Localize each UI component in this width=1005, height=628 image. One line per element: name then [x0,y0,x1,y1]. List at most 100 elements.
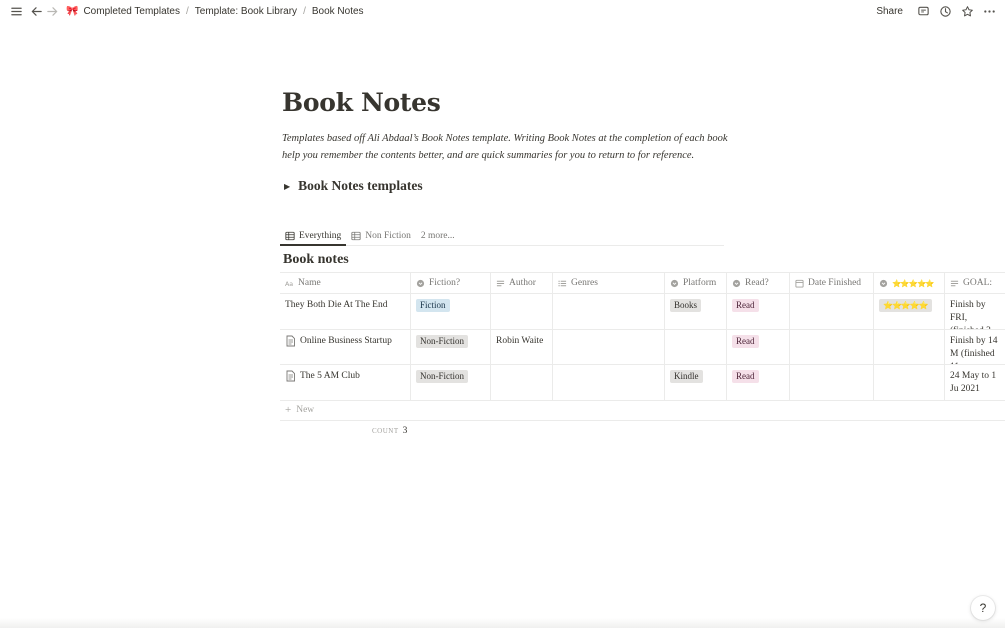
tag-non-fiction: Non-Fiction [416,334,468,348]
column-header-platform[interactable]: Platform [665,273,727,293]
cell-fiction[interactable]: Non-Fiction [411,329,491,364]
column-header-date-finished[interactable]: Date Finished [790,273,874,293]
text-lines-icon [950,280,959,286]
column-header-genres[interactable]: Genres [553,273,665,293]
database-title[interactable]: Book notes [283,252,349,268]
cell-goal[interactable]: Finish by 14 M (finished 11 m [945,330,1005,365]
cell-date-finished[interactable] [790,329,874,364]
cell-rating[interactable] [874,365,945,400]
count-summary[interactable]: COUNT 3 [372,426,407,436]
page-emoji-icon: 🎀 [66,5,79,17]
tag-rating: ⭐⭐⭐⭐⭐ [879,299,932,312]
topbar-right: Share [876,3,997,19]
database-view-tabs: Everything Non Fiction 2 more... [280,225,724,246]
table-icon [351,231,361,241]
page-description: Templates based off Ali Abdaal’s Book No… [282,133,728,161]
select-property-icon [879,279,888,287]
cell-platform[interactable] [665,329,727,364]
forward-arrow-icon[interactable] [44,3,60,19]
cell-date-finished[interactable] [790,294,874,329]
cell-platform[interactable]: Kindle [665,365,727,400]
plus-icon: + [285,404,292,416]
select-property-icon [416,279,425,287]
toggle-book-notes-templates[interactable]: ▶ Book Notes templates [284,178,423,194]
tag-non-fiction: Non-Fiction [416,370,468,383]
table-icon [285,231,295,240]
share-button[interactable]: Share [876,6,903,17]
favorite-star-icon[interactable] [959,3,975,19]
tag-read: Read [732,370,759,383]
table-row[interactable]: Online Business Startup Non-Fiction Robi… [280,329,1005,365]
breadcrumb-separator: / [186,5,189,17]
cell-goal[interactable]: 24 May to 1 Ju 2021 [945,365,1005,400]
toggle-triangle-icon[interactable]: ▶ [284,182,290,191]
cell-read[interactable]: Read [727,365,790,400]
tag-read: Read [732,334,759,348]
cell-author[interactable] [491,365,553,400]
cell-author[interactable]: Robin Waite [491,329,553,364]
cell-fiction[interactable]: Non-Fiction [411,365,491,400]
more-views-button[interactable]: 2 more... [416,225,460,245]
view-tab-label: Everything [299,230,342,241]
cell-author[interactable] [491,294,553,329]
table-header: Aa Name Fiction? Author Genres Platform … [280,272,1005,294]
new-row-label: New [296,405,315,415]
bottom-edge-shadow [0,618,1005,628]
page-title: Book Notes [282,88,441,117]
cell-goal[interactable]: Finish by FRI, (finished 3 Ma [945,294,1005,329]
breadcrumb-item-book-notes[interactable]: Book Notes [312,6,364,17]
new-row-button[interactable]: + New [280,401,1005,421]
cell-genres[interactable] [553,329,665,364]
cell-genres[interactable] [553,294,665,329]
tag-fiction: Fiction [416,299,450,312]
tag-platform: Kindle [670,370,703,383]
column-header-rating[interactable]: ⭐⭐⭐⭐⭐ [874,273,945,293]
breadcrumb-item-book-library[interactable]: Template: Book Library [195,6,297,17]
column-header-goal[interactable]: GOAL: [945,273,1005,293]
more-views-label: 2 more... [420,231,455,241]
column-header-name[interactable]: Aa Name [280,273,411,293]
cell-name[interactable]: The 5 AM Club [280,365,411,400]
cell-genres[interactable] [553,365,665,400]
cell-fiction[interactable]: Fiction [411,294,491,329]
view-tab-everything[interactable]: Everything [280,225,347,246]
menu-icon[interactable] [8,3,24,19]
calendar-icon [795,279,804,288]
page-document-icon [286,335,295,346]
text-lines-icon [496,280,505,286]
history-clock-icon[interactable] [937,3,953,19]
count-label: COUNT [372,427,399,435]
more-options-icon[interactable] [981,3,997,19]
column-header-read[interactable]: Read? [727,273,790,293]
cell-read[interactable]: Read [727,294,790,329]
select-property-icon [670,279,679,287]
table-row[interactable]: They Both Die At The End Fiction Books R… [280,294,1005,330]
breadcrumb-separator: / [303,5,306,17]
breadcrumb: 🎀 Completed Templates / Template: Book L… [66,6,364,17]
tag-read: Read [732,299,759,312]
cell-name[interactable]: They Both Die At The End [280,294,411,329]
topbar-left: 🎀 Completed Templates / Template: Book L… [8,3,364,19]
cell-name[interactable]: Online Business Startup [280,329,411,364]
back-arrow-icon[interactable] [28,3,44,19]
help-button[interactable]: ? [971,596,995,620]
cell-read[interactable]: Read [727,329,790,364]
breadcrumb-item-completed-templates[interactable]: Completed Templates [83,6,180,17]
column-header-fiction[interactable]: Fiction? [411,273,491,293]
cell-platform[interactable]: Books [665,294,727,329]
multi-select-icon [558,280,567,286]
column-header-author[interactable]: Author [491,273,553,293]
text-property-icon: Aa [285,281,293,288]
top-bar: 🎀 Completed Templates / Template: Book L… [0,0,1005,24]
view-tab-label: Non Fiction [365,231,411,241]
cell-date-finished[interactable] [790,365,874,400]
comment-icon[interactable] [915,3,931,19]
select-property-icon [732,279,741,287]
cell-rating[interactable] [874,329,945,364]
count-value: 3 [402,426,408,436]
book-notes-table: Aa Name Fiction? Author Genres Platform … [280,272,1005,421]
view-tab-non-fiction[interactable]: Non Fiction [346,225,416,245]
toggle-label: Book Notes templates [298,178,423,193]
table-row[interactable]: The 5 AM Club Non-Fiction Kindle Read 24… [280,365,1005,401]
cell-rating[interactable]: ⭐⭐⭐⭐⭐ [874,294,945,329]
